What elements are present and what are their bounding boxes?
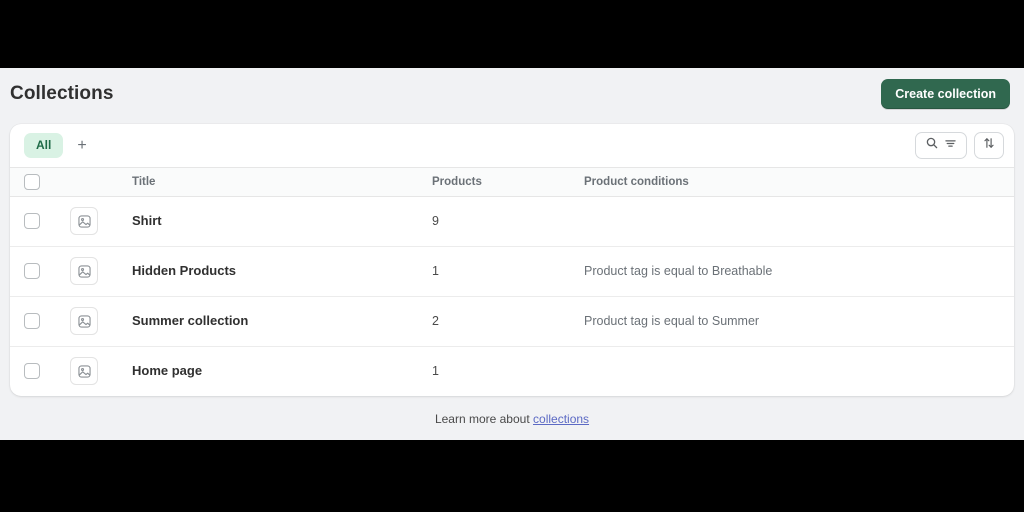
footer: Learn more about collections bbox=[0, 412, 1024, 426]
table-row[interactable]: Hidden Products 1 Product tag is equal t… bbox=[10, 246, 1014, 296]
screen: Collections Create collection All + bbox=[0, 0, 1024, 512]
products-count: 1 bbox=[432, 264, 439, 278]
add-tab-button[interactable]: + bbox=[67, 134, 96, 158]
image-placeholder-icon bbox=[70, 307, 98, 335]
row-conditions-cell bbox=[584, 196, 1014, 246]
row-checkbox[interactable] bbox=[24, 363, 40, 379]
column-header-products: Products bbox=[432, 168, 584, 196]
table-row[interactable]: Home page 1 bbox=[10, 346, 1014, 396]
products-count: 1 bbox=[432, 364, 439, 378]
image-placeholder-icon bbox=[70, 257, 98, 285]
row-thumbnail-cell bbox=[70, 346, 118, 396]
column-header-conditions: Product conditions bbox=[584, 168, 1014, 196]
product-conditions: Product tag is equal to Breathable bbox=[584, 264, 772, 278]
row-checkbox[interactable] bbox=[24, 313, 40, 329]
page-header: Collections Create collection bbox=[0, 68, 1024, 120]
row-conditions-cell: Product tag is equal to Breathable bbox=[584, 246, 1014, 296]
column-header-select bbox=[10, 168, 70, 196]
row-products-cell: 1 bbox=[432, 346, 584, 396]
table-row[interactable]: Summer collection 2 Product tag is equal… bbox=[10, 296, 1014, 346]
row-products-cell: 2 bbox=[432, 296, 584, 346]
footer-text: Learn more about bbox=[435, 412, 530, 426]
row-thumbnail-cell bbox=[70, 296, 118, 346]
row-conditions-cell bbox=[584, 346, 1014, 396]
sort-button[interactable] bbox=[974, 132, 1004, 159]
collection-title[interactable]: Shirt bbox=[118, 213, 162, 228]
row-thumbnail-cell bbox=[70, 196, 118, 246]
sort-icon bbox=[982, 136, 996, 155]
row-title-cell: Shirt bbox=[118, 196, 432, 246]
row-products-cell: 9 bbox=[432, 196, 584, 246]
letterbox-bottom bbox=[0, 440, 1024, 512]
row-title-cell: Hidden Products bbox=[118, 246, 432, 296]
collections-card: All + bbox=[10, 124, 1014, 396]
row-conditions-cell: Product tag is equal to Summer bbox=[584, 296, 1014, 346]
products-count: 9 bbox=[432, 214, 439, 228]
table-actions bbox=[915, 132, 1004, 159]
search-icon bbox=[925, 136, 939, 155]
row-select-cell bbox=[10, 296, 70, 346]
column-header-thumbnail bbox=[70, 168, 118, 196]
tab-all[interactable]: All bbox=[24, 133, 63, 159]
row-select-cell bbox=[10, 196, 70, 246]
collections-help-link[interactable]: collections bbox=[533, 412, 589, 426]
collection-title[interactable]: Hidden Products bbox=[118, 263, 236, 278]
table-row[interactable]: Shirt 9 bbox=[10, 196, 1014, 246]
row-checkbox[interactable] bbox=[24, 263, 40, 279]
column-header-title: Title bbox=[118, 168, 432, 196]
filter-icon bbox=[944, 137, 957, 155]
row-products-cell: 1 bbox=[432, 246, 584, 296]
row-title-cell: Summer collection bbox=[118, 296, 432, 346]
collections-table-body: Shirt 9 bbox=[10, 196, 1014, 396]
collection-title[interactable]: Home page bbox=[118, 363, 202, 378]
product-conditions: Product tag is equal to Summer bbox=[584, 314, 759, 328]
row-select-cell bbox=[10, 346, 70, 396]
tabs-list: All + bbox=[24, 133, 97, 159]
image-placeholder-icon bbox=[70, 207, 98, 235]
page-title: Collections bbox=[10, 83, 114, 105]
collections-page: Collections Create collection All + bbox=[0, 68, 1024, 440]
letterbox-top bbox=[0, 0, 1024, 68]
row-select-cell bbox=[10, 246, 70, 296]
image-placeholder-icon bbox=[70, 357, 98, 385]
row-checkbox[interactable] bbox=[24, 213, 40, 229]
collections-table: Title Products Product conditions bbox=[10, 168, 1014, 396]
create-collection-button[interactable]: Create collection bbox=[881, 79, 1010, 110]
collection-title[interactable]: Summer collection bbox=[118, 313, 248, 328]
row-title-cell: Home page bbox=[118, 346, 432, 396]
table-header-row: Title Products Product conditions bbox=[10, 168, 1014, 196]
row-thumbnail-cell bbox=[70, 246, 118, 296]
tabs-row: All + bbox=[10, 124, 1014, 168]
select-all-checkbox[interactable] bbox=[24, 174, 40, 190]
search-and-filter-button[interactable] bbox=[915, 132, 967, 159]
products-count: 2 bbox=[432, 314, 439, 328]
